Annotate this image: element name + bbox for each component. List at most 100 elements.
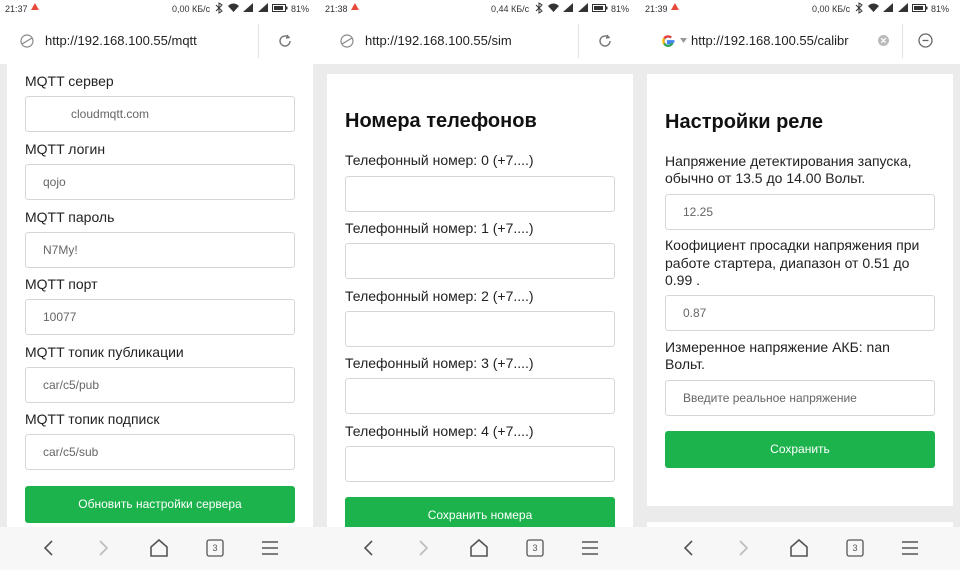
wifi-icon: [868, 3, 879, 12]
mqtt-sub-topic-label: MQTT топик подписк: [25, 411, 160, 427]
status-speed: 0,00 КБ/с: [172, 4, 211, 14]
url-text[interactable]: http://192.168.100.55/mqtt: [45, 33, 245, 48]
relay-settings-heading: Настройки реле: [665, 111, 823, 133]
bottom-nav: 3: [0, 527, 320, 570]
url-text[interactable]: http://192.168.100.55/calibr: [691, 33, 871, 48]
address-bar[interactable]: http://192.168.100.55/sim: [320, 18, 640, 64]
phone-number-label: Телефонный номер: 3 (+7....): [345, 355, 534, 371]
bluetooth-icon: [535, 2, 543, 14]
battery-percent: 81%: [291, 4, 310, 14]
forward-icon[interactable]: [418, 539, 430, 557]
mqtt-port-label: MQTT порт: [25, 276, 98, 292]
real-voltage-input[interactable]: Введите реальное напряжение: [665, 380, 935, 416]
status-bar: 21:37 0,00 КБ/с 81%: [0, 0, 320, 18]
alert-icon: [351, 3, 359, 10]
reload-icon[interactable]: [597, 33, 613, 49]
mqtt-pub-topic-label: MQTT топик публикации: [25, 344, 184, 360]
status-time: 21:37: [5, 4, 28, 14]
update-server-settings-button[interactable]: Обновить настройки сервера: [25, 486, 295, 523]
battery-icon: [912, 4, 928, 12]
phone-number-label: Телефонный номер: 1 (+7....): [345, 220, 534, 236]
home-icon[interactable]: [149, 538, 169, 558]
signal-icon: [258, 3, 268, 12]
phone-screen-sim: 21:38 0,44 КБ/с 81% http://192.168.100.5…: [320, 0, 640, 570]
tabs-count: 3: [532, 543, 538, 553]
battery-percent: 81%: [931, 4, 950, 14]
google-icon: [662, 35, 675, 47]
start-voltage-label: обычно от 13.5 до 14.00 Вольт.: [665, 170, 866, 186]
voltage-sag-label: работе стартера, диапазон от 0.51 до: [665, 255, 910, 271]
alert-icon: [31, 3, 39, 10]
wifi-icon: [548, 3, 559, 12]
mqtt-pub-topic-input[interactable]: car/c5/pub: [25, 367, 295, 403]
url-text[interactable]: http://192.168.100.55/sim: [365, 33, 565, 48]
forward-icon[interactable]: [98, 539, 110, 557]
menu-icon[interactable]: [261, 540, 279, 556]
phone-number-input[interactable]: [345, 446, 615, 482]
menu-icon[interactable]: [901, 540, 919, 556]
phone-screen-mqtt: 21:37 0,00 КБ/с 81% http://192.168.100.5…: [0, 0, 320, 570]
battery-icon: [592, 4, 608, 12]
address-bar[interactable]: http://192.168.100.55/calibr: [640, 18, 960, 64]
reload-icon[interactable]: [277, 33, 293, 49]
phone-numbers-card: Номера телефонов Телефонный номер: 0 (+7…: [327, 74, 633, 534]
phone-number-label: Телефонный номер: 2 (+7....): [345, 288, 534, 304]
phone-number-input[interactable]: [345, 378, 615, 414]
signal-icon: [243, 3, 253, 12]
mqtt-sub-topic-input[interactable]: car/c5/sub: [25, 434, 295, 470]
menu-icon[interactable]: [581, 540, 599, 556]
address-bar[interactable]: http://192.168.100.55/mqtt: [0, 18, 320, 64]
measured-voltage-label: Измеренное напряжение АКБ: nan: [665, 339, 890, 355]
phone-number-label: Телефонный номер: 0 (+7....): [345, 152, 534, 168]
home-icon[interactable]: [469, 538, 489, 558]
bluetooth-icon: [855, 2, 863, 14]
home-icon[interactable]: [789, 538, 809, 558]
site-icon: [340, 34, 354, 48]
battery-percent: 81%: [611, 4, 630, 14]
chevron-down-icon[interactable]: [680, 38, 687, 43]
voltage-sag-input[interactable]: 0.87: [665, 295, 935, 331]
phone-number-label: Телефонный номер: 4 (+7....): [345, 423, 534, 439]
signal-icon: [578, 3, 588, 12]
address-divider: [902, 24, 903, 58]
phone-screen-calibr: 21:39 0,00 КБ/с 81% http://192.168.100.5…: [640, 0, 960, 570]
phone-number-input[interactable]: [345, 311, 615, 347]
start-voltage-input[interactable]: 12.25: [665, 194, 935, 230]
save-button[interactable]: Сохранить: [665, 431, 935, 468]
back-icon[interactable]: [42, 539, 54, 557]
bluetooth-icon: [215, 2, 223, 14]
measured-voltage-label: Вольт.: [665, 356, 705, 372]
relay-settings-card: Настройки реле Напряжение детектирования…: [647, 74, 953, 506]
start-voltage-label: Напряжение детектирования запуска,: [665, 153, 912, 169]
status-speed: 0,00 КБ/с: [812, 4, 851, 14]
mqtt-login-input[interactable]: qojo: [25, 164, 295, 200]
mqtt-login-label: MQTT логин: [25, 141, 106, 157]
status-time: 21:38: [325, 4, 348, 14]
tabs-count: 3: [852, 543, 858, 553]
address-divider: [258, 24, 259, 58]
mqtt-password-label: MQTT пароль: [25, 209, 115, 225]
bottom-nav: 3: [320, 527, 640, 570]
forward-icon[interactable]: [738, 539, 750, 557]
mqtt-password-input[interactable]: N7My!: [25, 232, 295, 268]
phone-number-input[interactable]: [345, 176, 615, 212]
phone-numbers-heading: Номера телефонов: [345, 110, 537, 132]
signal-icon: [898, 3, 908, 12]
alert-icon: [671, 3, 679, 10]
mqtt-server-input[interactable]: cloudmqtt.com: [25, 96, 295, 132]
back-icon[interactable]: [682, 539, 694, 557]
signal-icon: [563, 3, 573, 12]
status-bar: 21:38 0,44 КБ/с 81%: [320, 0, 640, 18]
back-icon[interactable]: [362, 539, 374, 557]
voltage-sag-label: Коофициент просадки напряжения при: [665, 237, 920, 253]
mqtt-port-input[interactable]: 10077: [25, 299, 295, 335]
wifi-icon: [228, 3, 239, 12]
clear-icon[interactable]: [878, 35, 889, 46]
bottom-nav: 3: [640, 527, 960, 570]
phone-number-input[interactable]: [345, 243, 615, 279]
signal-icon: [883, 3, 893, 12]
voltage-sag-label: 0.99 .: [665, 272, 701, 288]
site-icon: [20, 34, 34, 48]
tabs-count: 3: [212, 543, 218, 553]
stop-icon[interactable]: [918, 33, 933, 48]
